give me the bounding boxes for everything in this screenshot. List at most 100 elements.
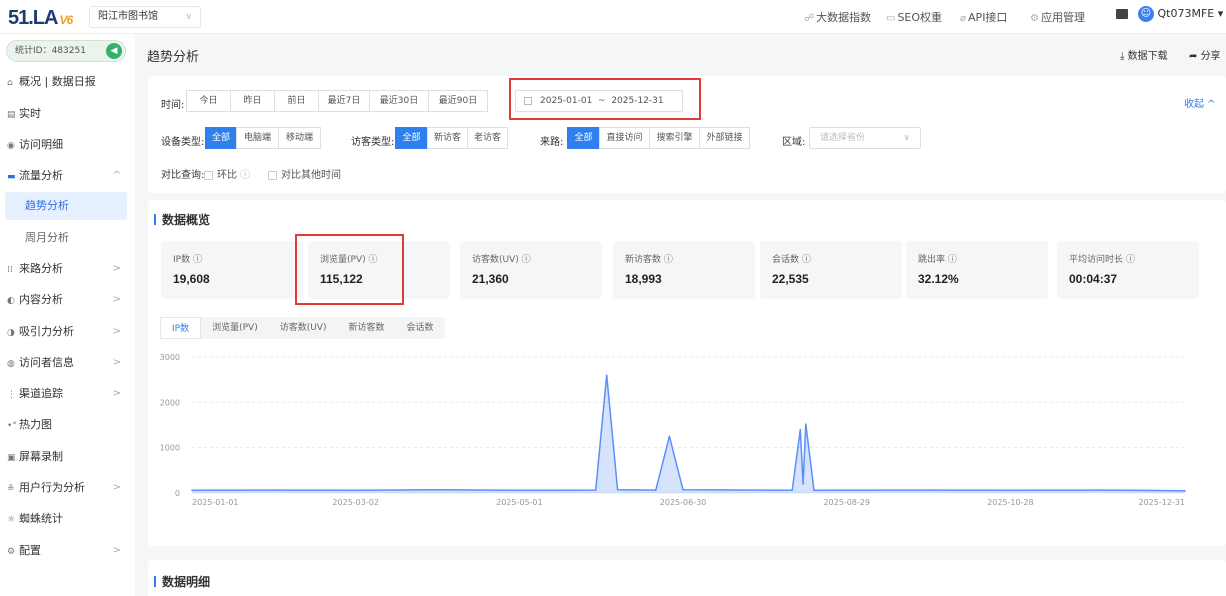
nav-seo[interactable]: ▭ SEO权重 xyxy=(886,9,942,25)
sidebar-item-overview[interactable]: ⌂ 概况 | 数据日报 xyxy=(0,68,135,96)
visitor-all-button[interactable]: 全部 xyxy=(395,127,428,149)
trend-chart: 0 1000 2000 3000 2025-01-01 2025-03-02 2025-05… xyxy=(160,353,1186,507)
series-point xyxy=(682,489,684,491)
download-button[interactable]: ⤓ 数据下载 xyxy=(1120,47,1168,62)
tab-pv[interactable]: 浏览量(PV) xyxy=(201,317,269,339)
visitor-old-button[interactable]: 老访客 xyxy=(467,127,508,149)
sidebar-item-spider[interactable]: ☼ 蜘蛛统计 xyxy=(0,505,135,533)
help-icon[interactable]: ⓘ xyxy=(1123,255,1135,265)
metric-card-sessions: 会话数 ⓘ 22,535 xyxy=(760,241,902,299)
tab-sessions[interactable]: 会话数 xyxy=(396,317,445,339)
tab-new-visitors[interactable]: 新访客数 xyxy=(337,317,395,339)
chevron-right-icon: > xyxy=(112,263,121,274)
detail-panel xyxy=(148,560,1226,596)
config-icon: ⚙ xyxy=(7,547,16,557)
x-tick-label: 2025-01-01 xyxy=(192,498,239,507)
collapse-filter-link[interactable]: 收起 ^ xyxy=(1184,95,1216,110)
time-yesterday-button[interactable]: 昨日 xyxy=(230,90,275,112)
chevron-right-icon: > xyxy=(112,357,121,368)
sidebar-item-screen-record[interactable]: ▣ 屏幕录制 xyxy=(0,443,135,471)
collapse-sidebar-icon[interactable]: ◀ xyxy=(106,43,122,59)
series-point xyxy=(668,435,671,438)
chevron-right-icon: > xyxy=(112,294,121,305)
gear-icon: ⚙ xyxy=(1030,13,1039,24)
sidebar-item-heatmap[interactable]: •° 热力图 xyxy=(0,411,135,439)
tab-uv[interactable]: 访客数(UV) xyxy=(269,317,338,339)
time-today-button[interactable]: 今日 xyxy=(186,90,231,112)
source-search-button[interactable]: 搜索引擎 xyxy=(649,127,700,149)
source-icon: ⁞⁞ xyxy=(7,265,13,275)
help-icon[interactable]: ⓘ xyxy=(945,255,957,265)
region-select[interactable]: 请选择省份 ∨ xyxy=(809,127,921,149)
doc-icon: ▤ xyxy=(7,110,16,120)
help-icon[interactable]: ⓘ xyxy=(661,255,673,265)
sidebar-item-visitor-info[interactable]: ◍ 访问者信息 > xyxy=(0,349,135,377)
series-point xyxy=(1102,489,1104,491)
date-range-picker[interactable]: 2025-01-01 ~ 2025-12-31 xyxy=(515,90,683,112)
time-day-before-button[interactable]: 前日 xyxy=(274,90,319,112)
sidebar-item-realtime[interactable]: ▤ 实时 xyxy=(0,100,135,128)
source-all-button[interactable]: 全部 xyxy=(567,127,600,149)
series-point xyxy=(654,489,657,491)
device-mobile-button[interactable]: 移动端 xyxy=(278,127,321,149)
series-point xyxy=(275,489,278,491)
compare-other-time-checkbox[interactable]: 对比其他时间 xyxy=(268,166,341,181)
metric-card-bounce-rate: 跳出率 ⓘ 32.12% xyxy=(906,241,1048,299)
sidebar-item-weekly[interactable]: 周月分析 xyxy=(0,224,135,252)
y-tick-label: 1000 xyxy=(160,444,180,453)
mail-icon[interactable] xyxy=(1116,9,1128,19)
device-label: 设备类型: xyxy=(161,137,205,148)
nav-big-data[interactable]: ☍ 大数据指数 xyxy=(804,9,871,25)
time-last7-button[interactable]: 最近7日 xyxy=(318,90,370,112)
metric-card-new-visitors: 新访客数 ⓘ 18,993 xyxy=(613,241,755,299)
source-direct-button[interactable]: 直接访问 xyxy=(599,127,650,149)
time-last90-button[interactable]: 最近90日 xyxy=(428,90,488,112)
series-point xyxy=(813,489,815,492)
page-title: 趋势分析 xyxy=(147,50,200,65)
time-last30-button[interactable]: 最近30日 xyxy=(369,90,429,112)
sidebar-item-config[interactable]: ⚙ 配置 > xyxy=(0,537,135,565)
heat-icon: •° xyxy=(7,421,17,431)
sidebar-item-channel[interactable]: ⋮⋮渠道追踪 > xyxy=(0,380,135,408)
spider-icon: ☼ xyxy=(7,515,16,525)
compare-mom-checkbox[interactable]: 环比 ⓘ xyxy=(204,166,250,181)
user-menu[interactable]: ☺ Qt073MFE ▾ xyxy=(1116,6,1223,22)
series-point xyxy=(799,428,802,431)
seo-icon: ▭ xyxy=(886,13,896,24)
chevron-right-icon: > xyxy=(112,326,121,337)
series-line xyxy=(191,375,1186,492)
series-point xyxy=(933,489,935,491)
tab-ip[interactable]: IP数 xyxy=(160,317,202,339)
metric-card-pv: 浏览量(PV) ⓘ 115,122 xyxy=(308,241,450,299)
sidebar-item-visits[interactable]: ◉ 访问明细 xyxy=(0,131,135,159)
sidebar-item-source[interactable]: ⁞⁞ 来路分析 > xyxy=(0,255,135,283)
site-select[interactable]: 阳江市图书馆 ∨ xyxy=(89,6,201,28)
user-name: Qt073MFE ▾ xyxy=(1157,7,1224,20)
series-point xyxy=(791,489,793,492)
visitor-type-label: 访客类型: xyxy=(351,137,395,148)
time-button-group: 今日 昨日 前日 最近7日 最近30日 最近90日 xyxy=(186,90,488,112)
device-pc-button[interactable]: 电脑端 xyxy=(236,127,279,149)
x-tick-label: 2025-03-02 xyxy=(332,498,379,507)
device-all-button[interactable]: 全部 xyxy=(205,127,237,149)
stat-id-box: 统计ID：483251 ◀ xyxy=(6,40,126,62)
source-external-button[interactable]: 外部链接 xyxy=(699,127,750,149)
nav-app-manage[interactable]: ⚙ 应用管理 xyxy=(1030,9,1085,25)
share-icon: ➦ xyxy=(1189,51,1201,62)
help-icon[interactable]: ⓘ xyxy=(190,255,202,265)
sidebar-item-attraction[interactable]: ◑ 吸引力分析 > xyxy=(0,318,135,346)
sidebar-item-traffic[interactable]: ▬ 流量分析 ^ xyxy=(0,162,135,190)
sidebar-item-content[interactable]: ◐ 内容分析 > xyxy=(0,286,135,314)
share-button[interactable]: ➦ 分享 xyxy=(1189,47,1221,62)
x-tick-label: 2025-10-28 xyxy=(987,498,1034,507)
help-icon[interactable]: ⓘ xyxy=(519,255,531,265)
sidebar-item-user-behavior[interactable]: ≗ 用户行为分析 > xyxy=(0,474,135,502)
visitor-new-button[interactable]: 新访客 xyxy=(427,127,468,149)
sidebar-item-trend[interactable]: 趋势分析 xyxy=(5,192,127,220)
logo[interactable]: 51.LA V6 xyxy=(8,7,73,30)
series-point xyxy=(191,489,193,492)
top-bar: 51.LA V6 阳江市图书馆 ∨ ☍ 大数据指数 ▭ SEO权重 ⌀ API接口 ⚙ 应用… xyxy=(0,0,1226,34)
nav-api[interactable]: ⌀ API接口 xyxy=(960,9,1007,25)
help-icon[interactable]: ⓘ xyxy=(799,255,811,265)
help-icon[interactable]: ⓘ xyxy=(366,255,377,265)
